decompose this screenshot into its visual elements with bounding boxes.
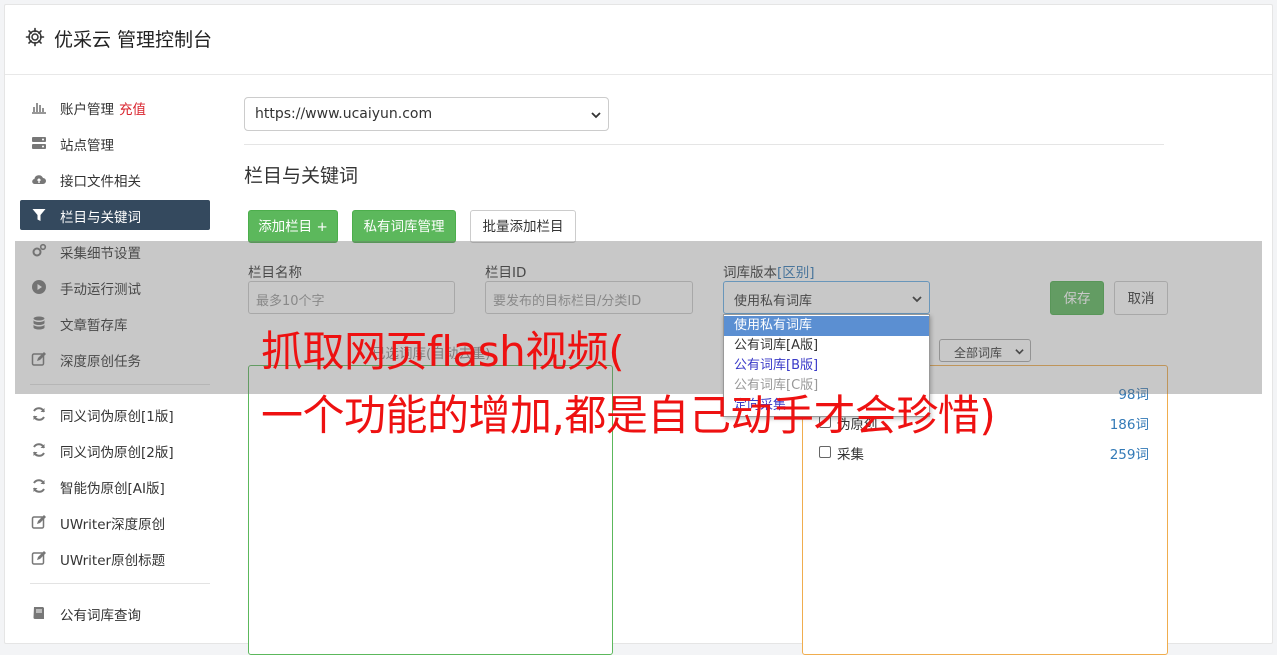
- divider: [244, 144, 1164, 145]
- cloud-upload-icon: [32, 175, 46, 185]
- refresh-icon: [33, 443, 45, 457]
- section-title: 栏目与关键词: [244, 165, 359, 187]
- sidebar-item-label: 公有词库查询: [60, 608, 141, 624]
- watermark-line-1: 抓取网页flash视频(: [261, 327, 625, 376]
- sidebar-item-account[interactable]: 账户管理 充值: [20, 92, 210, 122]
- filter-icon: [32, 209, 46, 221]
- sidebar-item-label: 同义词伪原创[2版]: [60, 445, 174, 461]
- sidebar-item-public-lib-query[interactable]: 公有词库查询: [20, 598, 210, 628]
- sidebar-item-label: UWriter深度原创: [60, 517, 166, 533]
- sidebar-item-label: 账户管理: [60, 102, 114, 118]
- sidebar-item-label: 智能伪原创[AI版]: [60, 481, 165, 497]
- sidebar-item-label: 栏目与关键词: [60, 210, 141, 226]
- sidebar-item-sites[interactable]: 站点管理: [20, 128, 210, 158]
- dropdown-option[interactable]: 公有词库[A版]: [724, 336, 929, 356]
- recharge-link[interactable]: 充值: [119, 102, 146, 118]
- private-lib-button[interactable]: 私有词库管理: [352, 210, 456, 243]
- edit-icon: [31, 551, 46, 565]
- sidebar-item-ai-rewrite[interactable]: 智能伪原创[AI版]: [20, 471, 210, 501]
- sidebar-item-uwriter-title[interactable]: UWriter原创标题: [20, 543, 210, 573]
- book-icon: [33, 607, 44, 619]
- lib-count[interactable]: 259词: [1110, 443, 1149, 463]
- sidebar-item-synonym-v2[interactable]: 同义词伪原创[2版]: [20, 435, 210, 465]
- site-select[interactable]: https://www.ucaiyun.com: [244, 97, 609, 131]
- sidebar-item-label: 接口文件相关: [60, 174, 141, 190]
- header: 优采云 管理控制台: [5, 5, 1272, 75]
- refresh-icon: [33, 479, 45, 493]
- lib-row[interactable]: 采集 259词: [819, 442, 1151, 464]
- sidebar-item-label: UWriter原创标题: [60, 553, 166, 569]
- server-icon: [32, 137, 46, 149]
- chevron-down-icon: [591, 112, 601, 119]
- dropdown-option[interactable]: 使用私有词库: [724, 316, 929, 336]
- lib-name: 采集: [837, 447, 864, 463]
- sidebar-item-columns-keywords[interactable]: 栏目与关键词: [20, 200, 210, 230]
- sidebar-item-label: 站点管理: [60, 138, 114, 154]
- gear-icon: [25, 27, 45, 47]
- batch-add-button[interactable]: 批量添加栏目: [470, 210, 576, 243]
- lib-checkbox[interactable]: [819, 446, 831, 458]
- lib-count[interactable]: 186词: [1110, 413, 1149, 433]
- watermark-line-2: 一个功能的增加,都是自己动手才会珍惜): [261, 391, 996, 440]
- add-column-button[interactable]: 添加栏目 +: [248, 210, 338, 243]
- gray-overlay-band: [15, 241, 1262, 394]
- bar-chart-icon: [32, 103, 46, 114]
- refresh-icon: [33, 407, 45, 421]
- site-select-value: https://www.ucaiyun.com: [255, 106, 433, 122]
- sidebar-item-api-files[interactable]: 接口文件相关: [20, 164, 210, 194]
- page-title: 优采云 管理控制台: [54, 29, 213, 51]
- dropdown-option[interactable]: 公有词库[B版]: [724, 356, 929, 376]
- edit-icon: [31, 515, 46, 529]
- sidebar-divider: [30, 583, 210, 584]
- sidebar-item-label: 同义词伪原创[1版]: [60, 409, 174, 425]
- sidebar-item-uwriter-deep[interactable]: UWriter深度原创: [20, 507, 210, 537]
- sidebar-item-synonym-v1[interactable]: 同义词伪原创[1版]: [20, 399, 210, 429]
